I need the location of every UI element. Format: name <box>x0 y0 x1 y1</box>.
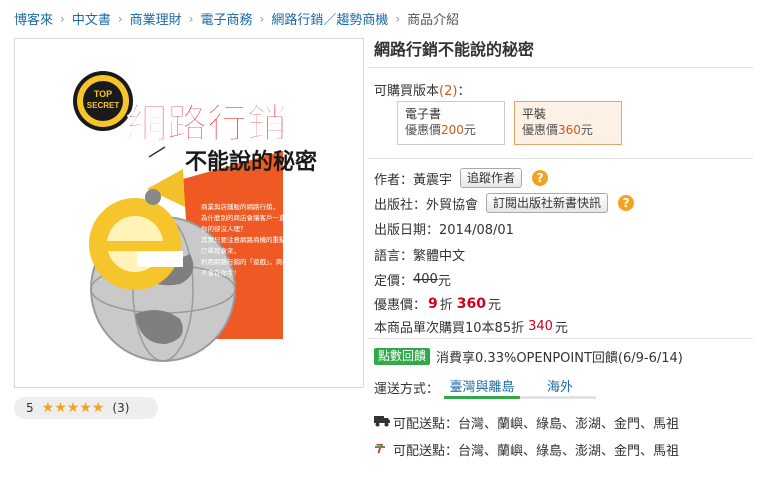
version-paperback[interactable]: 平裝 優惠價360元 <box>514 101 622 145</box>
sale-price: 360 <box>456 295 487 312</box>
delivery-row-store: 7 可配送點：台灣、蘭嶼、綠島、澎湖、金門、馬祖 <box>374 440 679 459</box>
breadcrumb: 博客來 › 中文書 › 商業理財 › 電子商務 › 網路行銷／趨勢商機 › 商品… <box>14 9 460 29</box>
divider <box>368 67 753 68</box>
breadcrumb-current: 商品介紹 <box>407 13 460 28</box>
book-title: 網路行銷不能說的秘密 <box>374 40 535 59</box>
svg-text:不會在你手！: 不會在你手！ <box>201 268 240 277</box>
chevron-right-icon: › <box>259 11 265 26</box>
sale-price-row: 優惠價： 9 折 360 元 <box>374 295 502 314</box>
language: 語言：繁體中文 <box>374 249 466 264</box>
svg-text:訂單就會來，: 訂單就會來， <box>201 246 240 255</box>
publisher-name[interactable]: 外貿協會 <box>426 194 478 213</box>
breadcrumb-chinese-books[interactable]: 中文書 <box>72 9 111 28</box>
tab-overseas[interactable]: 海外 <box>524 376 596 395</box>
breadcrumb-marketing[interactable]: 網路行銷／趨勢商機 <box>271 9 388 28</box>
rating-count[interactable]: (3) <box>112 401 129 415</box>
divider <box>368 338 753 339</box>
publish-date: 出版日期：2014/08/01 <box>374 223 514 238</box>
chevron-right-icon: › <box>395 11 401 26</box>
delivery-row-home: 可配送點：台灣、蘭嶼、綠島、澎湖、金門、馬祖 <box>374 413 679 432</box>
follow-author-button[interactable]: 追蹤作者 <box>460 168 523 188</box>
publisher-row: 出版社： 外貿協會 訂閱出版社新書快訊 ? <box>374 193 635 213</box>
tab-inactive-indicator <box>520 396 596 399</box>
subscribe-publisher-button[interactable]: 訂閱出版社新書快訊 <box>486 193 609 213</box>
list-price: 400 <box>413 272 438 287</box>
author-row: 作者： 黃震宇 追蹤作者 ? <box>374 168 549 188</box>
cover-body-text: 商業與店鋪販的網路行銷， 為什麼別的商店會讓客戶一直來， 你的卻沒人理？ 其實只… <box>201 202 299 277</box>
svg-text:利用網路行銷的「遊戲」，商機: 利用網路行銷的「遊戲」，商機 <box>201 257 289 266</box>
chevron-right-icon: › <box>188 11 194 26</box>
svg-text:TOP: TOP <box>94 89 112 99</box>
svg-text:商業與店鋪販的網路行銷，: 商業與店鋪販的網路行銷， <box>201 202 279 211</box>
cover-subhead: 不能說的秘密 <box>185 149 317 175</box>
version-name: 平裝 <box>522 107 547 121</box>
points-text: 消費享0.33%OPENPOINT回饋(6/9-6/14) <box>436 351 683 366</box>
breadcrumb-home[interactable]: 博客來 <box>14 9 53 28</box>
bulk-price-row: 本商品單次購買10本85折 340 元 <box>374 319 568 336</box>
svg-text:SECRET: SECRET <box>87 101 120 110</box>
breadcrumb-ecommerce[interactable]: 電子商務 <box>200 9 252 28</box>
rating-summary[interactable]: 5 ★★★★★ (3) <box>14 397 158 419</box>
author-name[interactable]: 黃震宇 <box>413 169 452 188</box>
chevron-right-icon: › <box>117 11 123 26</box>
versions-label: 可購買版本(2)： <box>374 84 471 99</box>
book-cover[interactable]: TOP SECRET 網路行銷 不能說的秘密 商業與店鋪販的網路行銷， 為什麼別… <box>14 38 364 388</box>
version-name: 電子書 <box>405 107 442 121</box>
tab-active-indicator <box>444 396 520 399</box>
tab-taiwan-islands[interactable]: 臺灣與離島 <box>444 376 520 395</box>
book-cover-art: TOP SECRET 網路行銷 不能說的秘密 商業與店鋪販的網路行銷， 為什麼別… <box>73 71 317 362</box>
chevron-right-icon: › <box>60 11 65 26</box>
help-icon[interactable]: ? <box>532 170 549 186</box>
points-badge: 點數回饋 <box>374 348 431 365</box>
points-row: 點數回饋 消費享0.33%OPENPOINT回饋(6/9-6/14) <box>374 347 683 366</box>
discount: 9 <box>428 295 438 312</box>
version-ebook[interactable]: 電子書 優惠價200元 <box>397 101 505 145</box>
seven-eleven-icon: 7 <box>374 441 391 459</box>
svg-text:為什麼別的商店會讓客戶一直來，: 為什麼別的商店會讓客戶一直來， <box>201 213 299 222</box>
breadcrumb-business[interactable]: 商業理財 <box>130 9 182 28</box>
svg-text:其實只要注意網路商機的重點，: 其實只要注意網路商機的重點， <box>201 235 292 244</box>
list-price-row: 定價： 400 元 <box>374 272 451 289</box>
help-icon[interactable]: ? <box>618 195 635 211</box>
divider <box>368 158 753 159</box>
svg-text:你的卻沒人理？: 你的卻沒人理？ <box>201 224 247 233</box>
star-rating-icon: ★★★★★ <box>41 400 105 416</box>
rating-score: 5 <box>26 401 34 415</box>
cover-headline: 網路行銷 <box>127 101 287 147</box>
bulk-price: 340 <box>528 319 553 334</box>
shipping-label: 運送方式： <box>374 382 440 397</box>
truck-icon <box>374 415 391 431</box>
